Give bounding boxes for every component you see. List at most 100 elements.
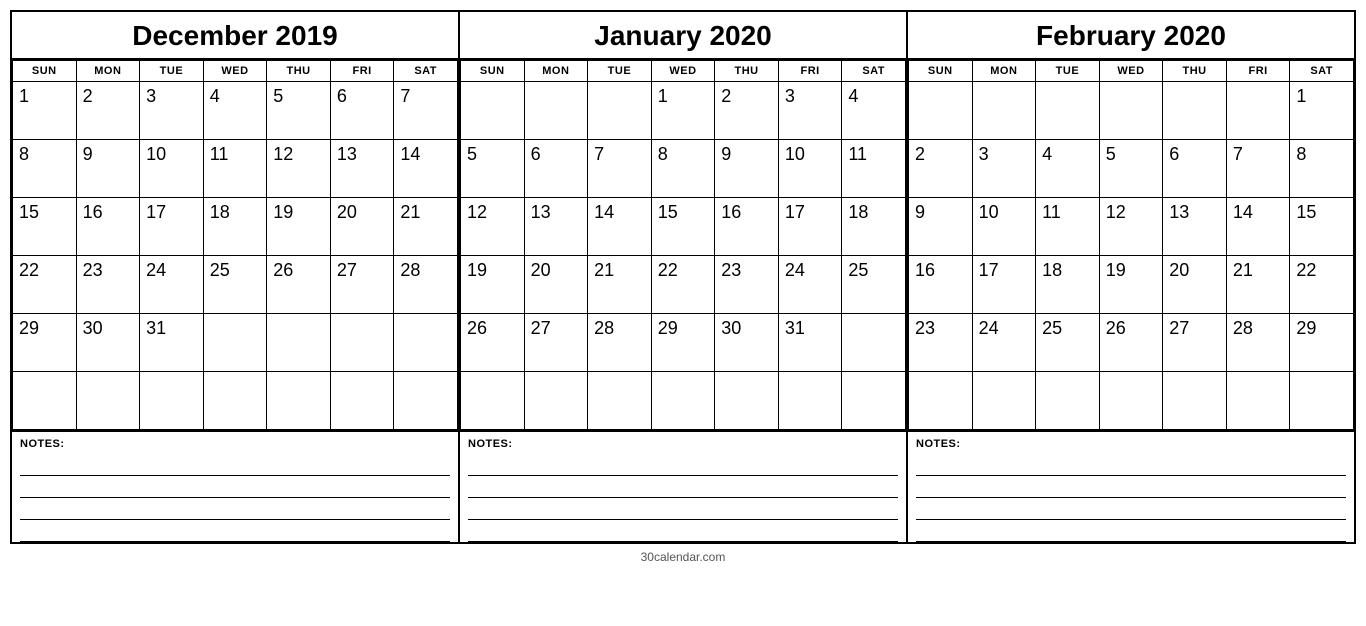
- day-cell-2-4-0: 23: [909, 314, 973, 372]
- day-cell-2-2-5: 14: [1226, 198, 1290, 256]
- day-cell-2-3-4: 20: [1163, 256, 1227, 314]
- day-cell-1-3-4: 23: [715, 256, 779, 314]
- notes-section-2: NOTES:: [908, 430, 1354, 542]
- day-cell-2-2-0: 9: [909, 198, 973, 256]
- day-cell-1-1-4: 9: [715, 140, 779, 198]
- day-cell-1-3-1: 20: [524, 256, 588, 314]
- day-cell-1-2-6: 18: [842, 198, 906, 256]
- day-cell-0-4-4: [267, 314, 331, 372]
- day-cell-0-5-3: [203, 372, 267, 430]
- day-cell-0-1-4: 12: [267, 140, 331, 198]
- day-cell-0-1-6: 14: [394, 140, 458, 198]
- day-cell-2-2-3: 12: [1099, 198, 1163, 256]
- day-cell-0-3-6: 28: [394, 256, 458, 314]
- day-cell-1-2-1: 13: [524, 198, 588, 256]
- day-cell-1-5-1: [524, 372, 588, 430]
- day-cell-1-4-0: 26: [461, 314, 525, 372]
- day-cell-2-1-0: 2: [909, 140, 973, 198]
- day-cell-0-0-3: 4: [203, 82, 267, 140]
- day-cell-2-0-0: [909, 82, 973, 140]
- day-cell-0-4-6: [394, 314, 458, 372]
- day-cell-2-5-3: [1099, 372, 1163, 430]
- day-cell-2-2-2: 11: [1036, 198, 1100, 256]
- day-cell-0-3-4: 26: [267, 256, 331, 314]
- day-cell-0-3-2: 24: [140, 256, 204, 314]
- day-cell-2-1-3: 5: [1099, 140, 1163, 198]
- day-cell-0-5-1: [76, 372, 140, 430]
- day-cell-2-1-1: 3: [972, 140, 1036, 198]
- day-cell-0-4-5: [330, 314, 394, 372]
- day-cell-0-5-0: [13, 372, 77, 430]
- dow-header-sat: SAT: [1290, 61, 1354, 82]
- day-cell-2-0-1: [972, 82, 1036, 140]
- notes-line-0-1: [20, 476, 450, 498]
- day-cell-2-0-4: [1163, 82, 1227, 140]
- footer: 30calendar.com: [10, 546, 1356, 564]
- day-cell-0-3-0: 22: [13, 256, 77, 314]
- day-cell-2-3-5: 21: [1226, 256, 1290, 314]
- dow-header-tue: TUE: [140, 61, 204, 82]
- day-cell-2-3-3: 19: [1099, 256, 1163, 314]
- day-cell-0-2-1: 16: [76, 198, 140, 256]
- day-cell-1-0-3: 1: [651, 82, 715, 140]
- day-cell-1-2-5: 17: [778, 198, 842, 256]
- day-cell-1-1-5: 10: [778, 140, 842, 198]
- calendar-title-0: December 2019: [12, 12, 458, 60]
- calendar-0: December 2019SUNMONTUEWEDTHUFRISAT123456…: [10, 10, 460, 544]
- dow-header-tue: TUE: [588, 61, 652, 82]
- day-cell-1-4-6: [842, 314, 906, 372]
- notes-label-2: NOTES:: [916, 438, 1346, 450]
- day-cell-0-0-0: 1: [13, 82, 77, 140]
- day-cell-1-5-3: [651, 372, 715, 430]
- calendars-row: December 2019SUNMONTUEWEDTHUFRISAT123456…: [10, 10, 1356, 544]
- day-cell-2-4-2: 25: [1036, 314, 1100, 372]
- day-cell-2-5-2: [1036, 372, 1100, 430]
- day-cell-0-1-5: 13: [330, 140, 394, 198]
- notes-section-0: NOTES:: [12, 430, 458, 542]
- dow-header-sat: SAT: [842, 61, 906, 82]
- dow-header-fri: FRI: [778, 61, 842, 82]
- day-cell-1-3-0: 19: [461, 256, 525, 314]
- day-cell-2-0-5: [1226, 82, 1290, 140]
- day-cell-0-2-5: 20: [330, 198, 394, 256]
- day-cell-1-0-0: [461, 82, 525, 140]
- notes-label-0: NOTES:: [20, 438, 450, 450]
- day-cell-1-5-0: [461, 372, 525, 430]
- dow-header-wed: WED: [203, 61, 267, 82]
- day-cell-0-4-3: [203, 314, 267, 372]
- dow-header-sun: SUN: [909, 61, 973, 82]
- day-cell-0-4-1: 30: [76, 314, 140, 372]
- day-cell-0-5-6: [394, 372, 458, 430]
- day-cell-2-5-4: [1163, 372, 1227, 430]
- dow-header-fri: FRI: [330, 61, 394, 82]
- dow-header-wed: WED: [1099, 61, 1163, 82]
- day-cell-2-5-5: [1226, 372, 1290, 430]
- day-cell-0-4-0: 29: [13, 314, 77, 372]
- day-cell-1-5-4: [715, 372, 779, 430]
- day-cell-0-1-1: 9: [76, 140, 140, 198]
- dow-header-sun: SUN: [13, 61, 77, 82]
- day-cell-2-1-6: 8: [1290, 140, 1354, 198]
- day-cell-1-4-4: 30: [715, 314, 779, 372]
- dow-header-sat: SAT: [394, 61, 458, 82]
- day-cell-1-3-6: 25: [842, 256, 906, 314]
- day-cell-1-0-2: [588, 82, 652, 140]
- dow-header-fri: FRI: [1226, 61, 1290, 82]
- notes-label-1: NOTES:: [468, 438, 898, 450]
- dow-header-wed: WED: [651, 61, 715, 82]
- day-cell-1-5-5: [778, 372, 842, 430]
- day-cell-2-4-5: 28: [1226, 314, 1290, 372]
- day-cell-2-5-0: [909, 372, 973, 430]
- day-cell-1-3-5: 24: [778, 256, 842, 314]
- day-cell-2-1-5: 7: [1226, 140, 1290, 198]
- day-cell-0-3-1: 23: [76, 256, 140, 314]
- day-cell-1-4-3: 29: [651, 314, 715, 372]
- calendar-grid-1: SUNMONTUEWEDTHUFRISAT1234567891011121314…: [460, 60, 906, 430]
- day-cell-1-1-1: 6: [524, 140, 588, 198]
- day-cell-0-2-3: 18: [203, 198, 267, 256]
- day-cell-2-0-2: [1036, 82, 1100, 140]
- day-cell-2-1-4: 6: [1163, 140, 1227, 198]
- notes-line-1-3: [468, 520, 898, 542]
- day-cell-0-2-6: 21: [394, 198, 458, 256]
- day-cell-1-0-4: 2: [715, 82, 779, 140]
